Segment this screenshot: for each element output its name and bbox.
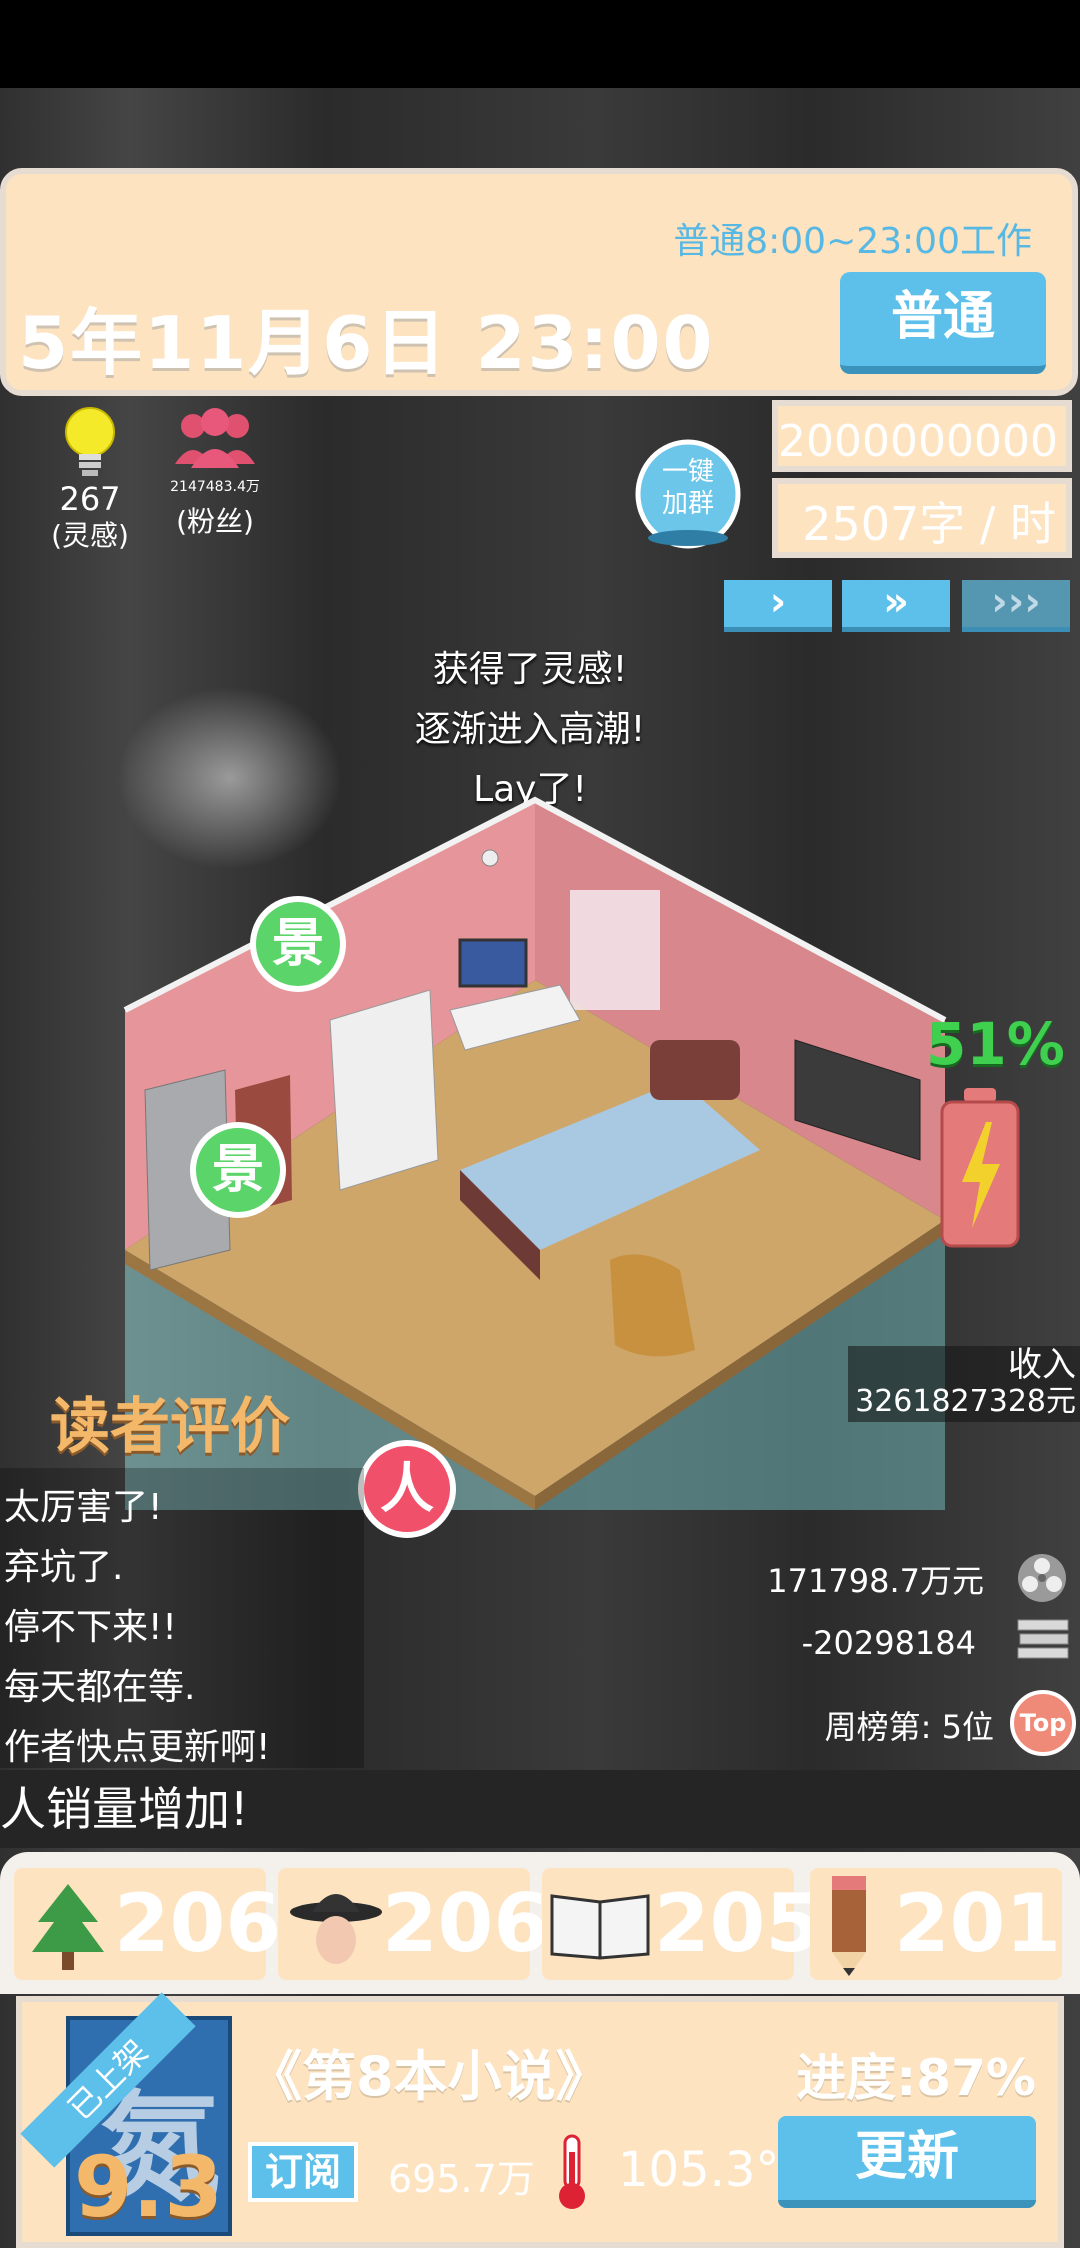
review-item: 作者快点更新啊! [4, 1727, 271, 1768]
review-list: 太厉害了! 弃坑了. 停不下来!! 每天都在等. 作者快点更新啊! [0, 1468, 364, 1768]
update-button[interactable]: 更新 [778, 2116, 1036, 2208]
reader-review-title: 读者评价 [50, 1392, 290, 1462]
inspiration-value: 267 [59, 480, 121, 518]
battery-percent: 51% [926, 1010, 1065, 1078]
attribute-plot[interactable]: 205 [542, 1868, 821, 1980]
income-panel: 收入 3261827328元 [848, 1346, 1080, 1422]
status-bar [0, 0, 1080, 88]
attribute-value: 206 [382, 1877, 549, 1970]
event-message: 获得了灵感! [432, 649, 628, 690]
scene-badge[interactable]: 景 [250, 896, 346, 992]
sales-change: -20298184 [801, 1624, 976, 1662]
review-item: 每天都在等. [4, 1667, 196, 1708]
attribute-writing[interactable]: 201 [810, 1868, 1062, 1980]
work-hours-label: 普通8:00~23:00工作 [673, 221, 1032, 262]
inspiration-stat[interactable]: 267 (灵感) [40, 404, 140, 554]
game-datetime: 5年11月6日 23:00 [18, 301, 715, 385]
tree-icon [32, 1884, 104, 1970]
heat-value: 105.3° [618, 2142, 780, 2198]
attribute-value: 201 [894, 1877, 1061, 1970]
pencil-icon [832, 1876, 866, 1976]
work-mode-button[interactable]: 普通 [840, 272, 1046, 374]
fans-value: 2147483.4万 [170, 479, 260, 495]
attribute-value: 205 [654, 1877, 821, 1970]
fan-icon [1018, 1554, 1066, 1602]
join-group-label: 一键加群 [661, 457, 714, 519]
writing-speed-stat: 2507字 / 时 [772, 478, 1072, 558]
book-panel: 氮 已上架 9.3 《第8本小说》 进度:87% 订阅 695.7万 105.3… [16, 1992, 1064, 2248]
weekly-rank: 周榜第: 5位 [824, 1708, 994, 1746]
total-earnings: 171798.7万元 [767, 1562, 984, 1600]
top-rank-button[interactable]: Top [1010, 1690, 1076, 1756]
book-title: 《第8本小说》 [248, 2045, 610, 2108]
news-ticker: 人销量增加! [0, 1770, 1080, 1848]
attribute-character[interactable]: 206 [278, 1868, 549, 1980]
attribute-scenery[interactable]: 206 [14, 1868, 281, 1980]
event-message: 逐渐进入高潮! [414, 709, 646, 750]
fans-stat[interactable]: 2147483.4万 (粉丝) [160, 406, 270, 540]
income-value: 3261827328元 [855, 1384, 1076, 1419]
scene-badge[interactable]: 景 [190, 1122, 286, 1218]
thermometer-icon [559, 2134, 585, 2209]
money-stat: 2000000000元 [772, 400, 1072, 539]
review-item: 弃坑了. [4, 1547, 124, 1588]
lightbulb-icon [65, 407, 115, 476]
subscribe-label: 订阅 [248, 2142, 358, 2202]
speed-2x-button[interactable]: » [842, 580, 950, 632]
person-badge[interactable]: 人 [358, 1440, 456, 1538]
book-progress: 进度:87% [796, 2049, 1036, 2107]
join-group-button[interactable]: 一键加群 [632, 420, 744, 550]
fans-label: (粉丝) [176, 505, 254, 538]
battery-icon [940, 1088, 1020, 1248]
attribute-value: 206 [114, 1877, 281, 1970]
detective-icon [290, 1894, 382, 1964]
review-item: 停不下来!! [4, 1607, 177, 1648]
subscriber-count: 695.7万 [388, 2157, 535, 2201]
inspiration-label: (灵感) [51, 519, 129, 552]
speed-1x-button[interactable]: › [724, 580, 832, 632]
books-stack-icon [1017, 1619, 1069, 1659]
book-icon [550, 1894, 650, 1960]
attribute-panel: 206 206 205 201 [0, 1852, 1080, 1994]
income-label: 收入 [1008, 1345, 1076, 1385]
speed-3x-button[interactable]: ››› [962, 580, 1070, 632]
review-item: 太厉害了! [4, 1487, 163, 1528]
book-score: 9.3 [74, 2138, 223, 2236]
time-panel: 普通8:00~23:00工作 5年11月6日 23:00 普通 [0, 168, 1078, 396]
fans-icon [175, 408, 255, 468]
